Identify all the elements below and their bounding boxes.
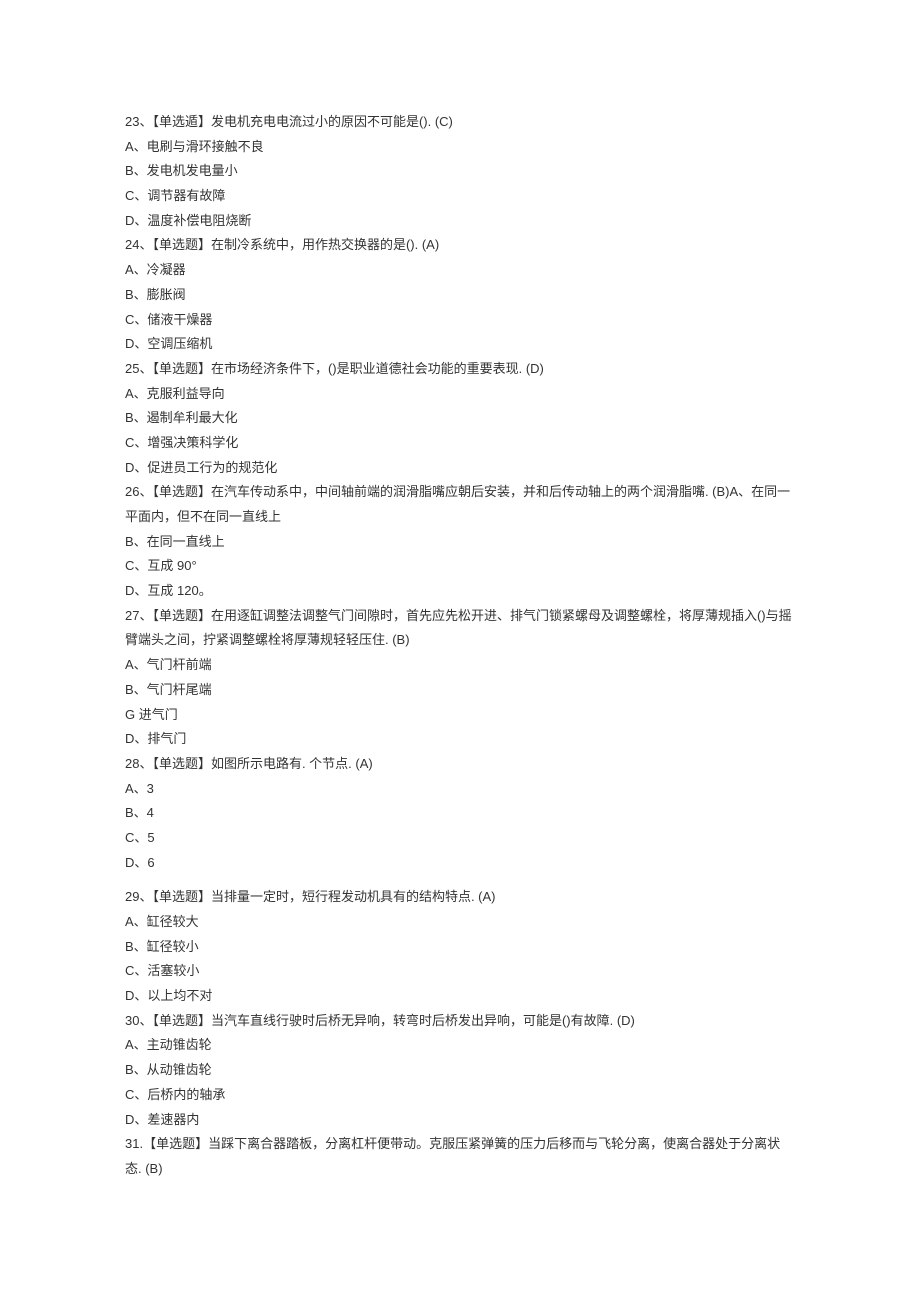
option-line: D、6 (125, 851, 795, 876)
option-line: A、缸径较大 (125, 910, 795, 935)
question-line: 28、【单选题】如图所示电路有. 个节点. (A) (125, 752, 795, 777)
option-line: C、后桥内的轴承 (125, 1083, 795, 1108)
option-line: D、以上均不对 (125, 984, 795, 1009)
option-line: D、排气门 (125, 727, 795, 752)
option-line: B、从动锥齿轮 (125, 1058, 795, 1083)
question-line: 25、【单选题】在市场经济条件下，()是职业道德社会功能的重要表现. (D) (125, 357, 795, 382)
option-line: C、调节器有故障 (125, 184, 795, 209)
option-line: A、主动锥齿轮 (125, 1033, 795, 1058)
option-line: G 进气门 (125, 703, 795, 728)
question-line: 24、【单选题】在制冷系统中，用作热交换器的是(). (A) (125, 233, 795, 258)
option-line: D、差速器内 (125, 1108, 795, 1133)
option-line: B、发电机发电量小 (125, 159, 795, 184)
document-page: 23、【单选遁】发电机充电电流过小的原因不可能是(). (C) A、电刷与滑环接… (0, 0, 920, 1301)
question-line: 30、【单选题】当汽车直线行驶时后桥无异响，转弯时后桥发出异响，可能是()有故障… (125, 1009, 795, 1034)
option-line: C、5 (125, 826, 795, 851)
option-line: D、互成 120。 (125, 579, 795, 604)
option-line: B、膨胀阀 (125, 283, 795, 308)
option-line: A、冷凝器 (125, 258, 795, 283)
option-line: D、温度补偿电阻烧断 (125, 209, 795, 234)
option-line: C、活塞较小 (125, 959, 795, 984)
option-line: B、在同一直线上 (125, 530, 795, 555)
option-line: C、增强决策科学化 (125, 431, 795, 456)
option-line: A、气门杆前端 (125, 653, 795, 678)
question-line: 26、【单选题】在汽车传动系中，中间轴前端的润滑脂嘴应朝后安装，并和后传动轴上的… (125, 480, 795, 529)
option-line: A、3 (125, 777, 795, 802)
question-line: 23、【单选遁】发电机充电电流过小的原因不可能是(). (C) (125, 110, 795, 135)
option-line: A、电刷与滑环接触不良 (125, 135, 795, 160)
option-line: B、遏制牟利最大化 (125, 406, 795, 431)
option-line: A、克服利益导向 (125, 382, 795, 407)
option-line: C、储液干燥器 (125, 308, 795, 333)
option-line: B、4 (125, 801, 795, 826)
question-line: 27、【单选题】在用逐缸调整法调整气门间隙时，首先应先松开进、排气门锁紧螺母及调… (125, 604, 795, 653)
option-line: B、缸径较小 (125, 935, 795, 960)
option-line: D、促进员工行为的规范化 (125, 456, 795, 481)
option-line: C、互成 90° (125, 554, 795, 579)
option-line: B、气门杆尾端 (125, 678, 795, 703)
question-line: 31.【单选题】当踩下离合器踏板，分离杠杆便带动。克服压紧弹簧的压力后移而与飞轮… (125, 1132, 795, 1181)
option-line: D、空调压缩机 (125, 332, 795, 357)
question-line: 29、【单选题】当排量一定时，短行程发动机具有的结构特点. (A) (125, 885, 795, 910)
